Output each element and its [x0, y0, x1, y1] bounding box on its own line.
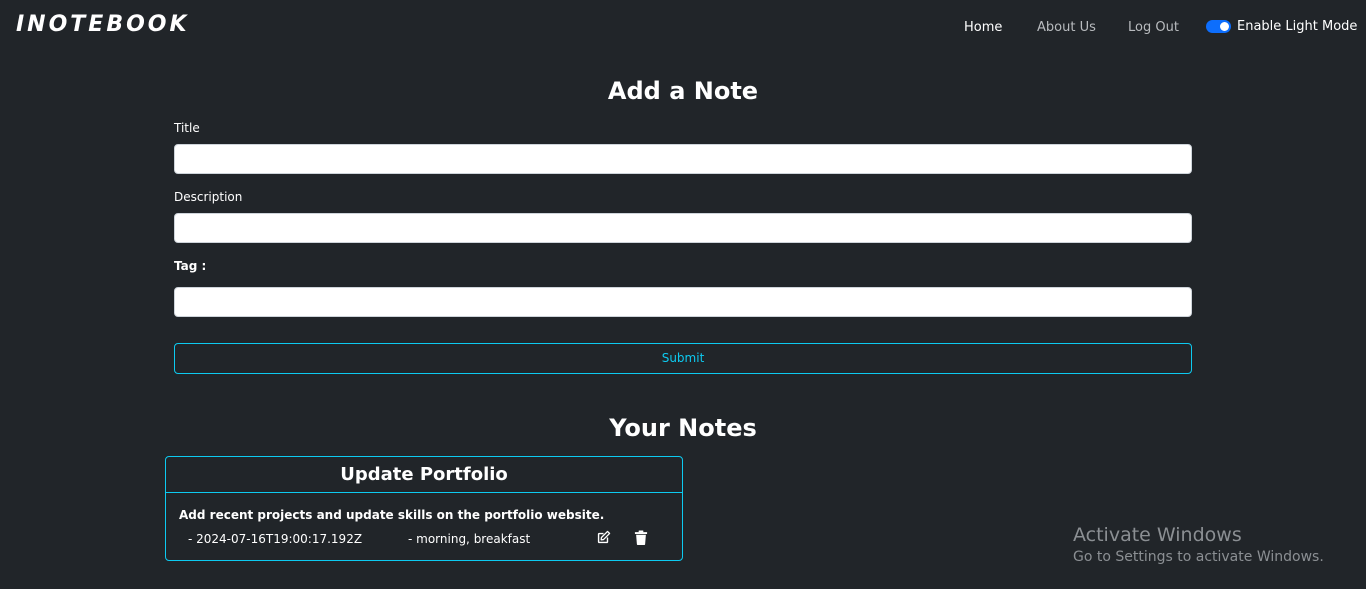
title-input[interactable]	[174, 144, 1192, 174]
trash-icon-graphic	[634, 530, 648, 545]
switch-knob	[1220, 22, 1229, 31]
activate-windows-subtitle: Go to Settings to activate Windows.	[1073, 549, 1324, 565]
brand-logo[interactable]: iNotebook	[16, 12, 190, 37]
note-date: - 2024-07-16T19:00:17.192Z	[188, 532, 363, 546]
navbar: iNotebook Home About Us Log Out Enable L…	[0, 0, 1366, 57]
trash-icon[interactable]	[634, 530, 650, 546]
title-label: Title	[174, 121, 200, 135]
nav-link-about[interactable]: About Us	[1037, 20, 1096, 35]
light-mode-label[interactable]: Enable Light Mode	[1237, 19, 1357, 34]
note-card: Update Portfolio Add recent projects and…	[165, 456, 683, 561]
description-label: Description	[174, 190, 243, 204]
edit-icon[interactable]	[596, 530, 612, 546]
add-note-heading: Add a Note	[607, 77, 759, 105]
note-title: Update Portfolio	[166, 457, 682, 493]
description-input[interactable]	[174, 213, 1192, 243]
your-notes-heading: Your Notes	[609, 414, 757, 442]
tag-label: Tag :	[174, 259, 207, 273]
note-tags: - morning, breakfast	[408, 532, 531, 546]
nav-link-logout[interactable]: Log Out	[1128, 20, 1179, 35]
note-description: Add recent projects and update skills on…	[179, 508, 605, 522]
nav-link-home[interactable]: Home	[964, 20, 1002, 35]
edit-icon-graphic	[597, 530, 611, 544]
submit-button[interactable]: Submit	[174, 343, 1192, 374]
activate-windows-title: Activate Windows	[1073, 524, 1242, 546]
light-mode-switch[interactable]	[1206, 20, 1231, 33]
tag-input[interactable]	[174, 287, 1192, 317]
